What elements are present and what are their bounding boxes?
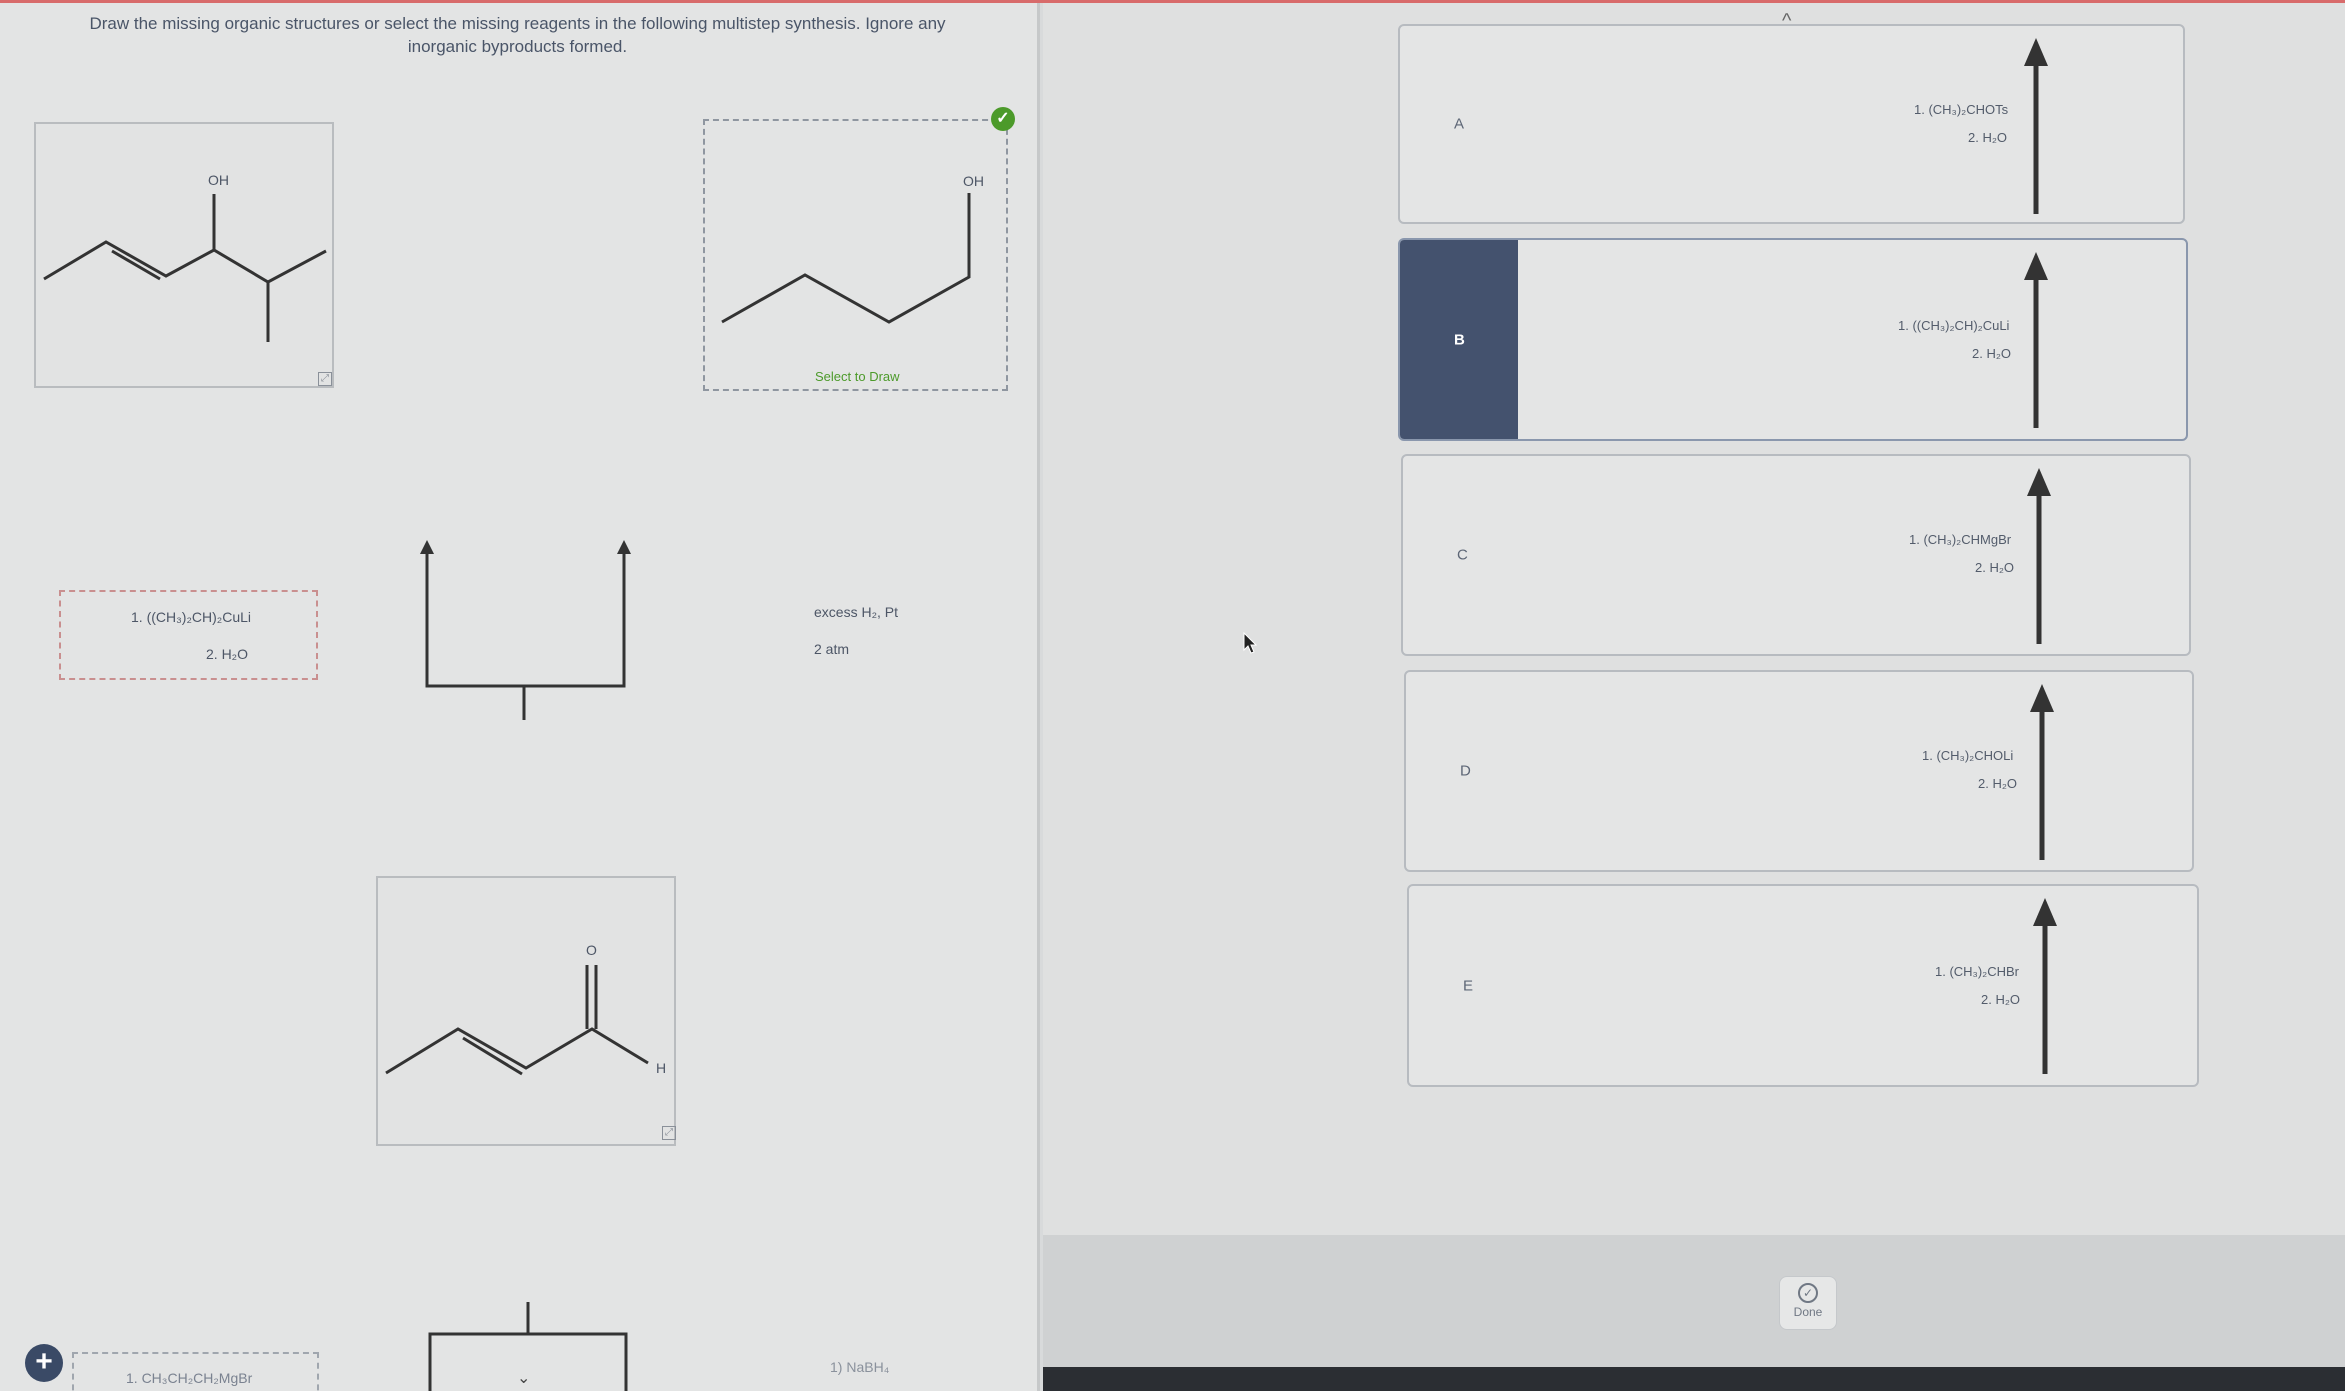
instructions-line-2: inorganic byproducts formed. (407, 37, 628, 56)
option-reagent-line-1: 1. (CH₃)₂CHOLi (1922, 748, 2014, 763)
starting-material-structure (43, 194, 327, 342)
option-letter: B (1454, 331, 1465, 348)
bottom-reagent-line-1: 1. CH₃CH₂CH₂MgBr (126, 1370, 253, 1386)
option-letter: A (1454, 115, 1465, 133)
check-circle-icon: ✓ (1798, 1283, 1818, 1303)
reaction-arrow (2030, 684, 2054, 860)
drawn-product-structure (721, 193, 971, 324)
reaction-arrow (2027, 468, 2051, 644)
select-to-draw-label: Select to Draw (815, 369, 900, 384)
option-reagent-line-2: 2. H₂O (1978, 776, 2017, 791)
footer-bar (1043, 1235, 2345, 1367)
hydrogenation-line-1: excess H₂, Pt (814, 604, 899, 620)
reaction-arrow (2024, 252, 2048, 428)
selected-reagent-line-2: 2. H₂O (206, 646, 248, 662)
aldehyde-structure (385, 965, 649, 1076)
add-step-button[interactable]: + (25, 1344, 63, 1382)
mouse-cursor-icon (1243, 632, 1258, 654)
option-letter: E (1463, 977, 1474, 994)
reaction-arrow (2024, 38, 2048, 214)
option-reagent-line-1: 1. (CH₃)₂CHBr (1935, 964, 2020, 979)
reagent-option-a[interactable]: A 1. (CH₃)₂CHOTs 2. H₂O (1398, 24, 2185, 224)
option-reagent-line-2: 2. H₂O (1972, 346, 2011, 361)
aldehyde-box[interactable]: O H ⤢ (376, 876, 676, 1146)
draw-product-box[interactable]: OH Select to Draw (703, 119, 1008, 391)
selected-reagent-box[interactable]: 1. ((CH₃)₂CH)₂CuLi 2. H₂O (59, 590, 318, 680)
bottom-reagent-box[interactable]: 1. CH₃CH₂CH₂MgBr (72, 1352, 319, 1391)
product-oh-label: OH (963, 173, 984, 189)
reagent-option-e[interactable]: E 1. (CH₃)₂CHBr 2. H₂O (1407, 884, 2199, 1087)
reaction-flow-connector (420, 540, 631, 720)
screen-bottom-edge (1043, 1367, 2345, 1391)
instructions-line-1: Draw the missing organic structures or s… (89, 14, 946, 33)
option-reagent-line-1: 1. (CH₃)₂CHOTs (1914, 102, 2009, 117)
done-button[interactable]: ✓ Done (1779, 1276, 1837, 1330)
aldehyde-h-label: H (656, 1060, 667, 1076)
reaction-arrow (2033, 898, 2057, 1074)
reagent-option-b[interactable]: B 1. ((CH₃)₂CH)₂CuLi 2. H₂O (1398, 238, 2188, 441)
hydrogenation-line-2: 2 atm (814, 641, 850, 657)
check-icon: ✓ (991, 107, 1015, 131)
start-oh-label: OH (208, 172, 229, 188)
instructions-text: Draw the missing organic structures or s… (40, 12, 995, 58)
selected-reagent-line-1: 1. ((CH₃)₂CH)₂CuLi (131, 609, 252, 625)
done-label: Done (1793, 1305, 1823, 1319)
option-reagent-line-2: 2. H₂O (1975, 560, 2014, 575)
option-letter: C (1457, 546, 1468, 564)
reagent-option-d[interactable]: D 1. (CH₃)₂CHOLi 2. H₂O (1404, 670, 2194, 872)
expand-icon[interactable]: ⤢ (662, 1126, 676, 1140)
option-letter: D (1460, 762, 1471, 780)
nabh4-reagent-label: 1) NaBH₄ (830, 1359, 890, 1375)
option-reagent-line-2: 2. H₂O (1981, 992, 2020, 1007)
option-reagent-line-1: 1. ((CH₃)₂CH)₂CuLi (1898, 318, 2010, 333)
aldehyde-o-label: O (586, 942, 597, 958)
option-reagent-line-1: 1. (CH₃)₂CHMgBr (1909, 532, 2012, 547)
chevron-down-icon[interactable]: ⌄ (517, 1368, 530, 1388)
option-reagent-line-2: 2. H₂O (1968, 130, 2007, 145)
reagent-option-c[interactable]: C 1. (CH₃)₂CHMgBr 2. H₂O (1401, 454, 2191, 656)
expand-icon[interactable]: ⤢ (318, 372, 332, 386)
starting-material-box[interactable]: OH ⤢ (34, 122, 334, 388)
